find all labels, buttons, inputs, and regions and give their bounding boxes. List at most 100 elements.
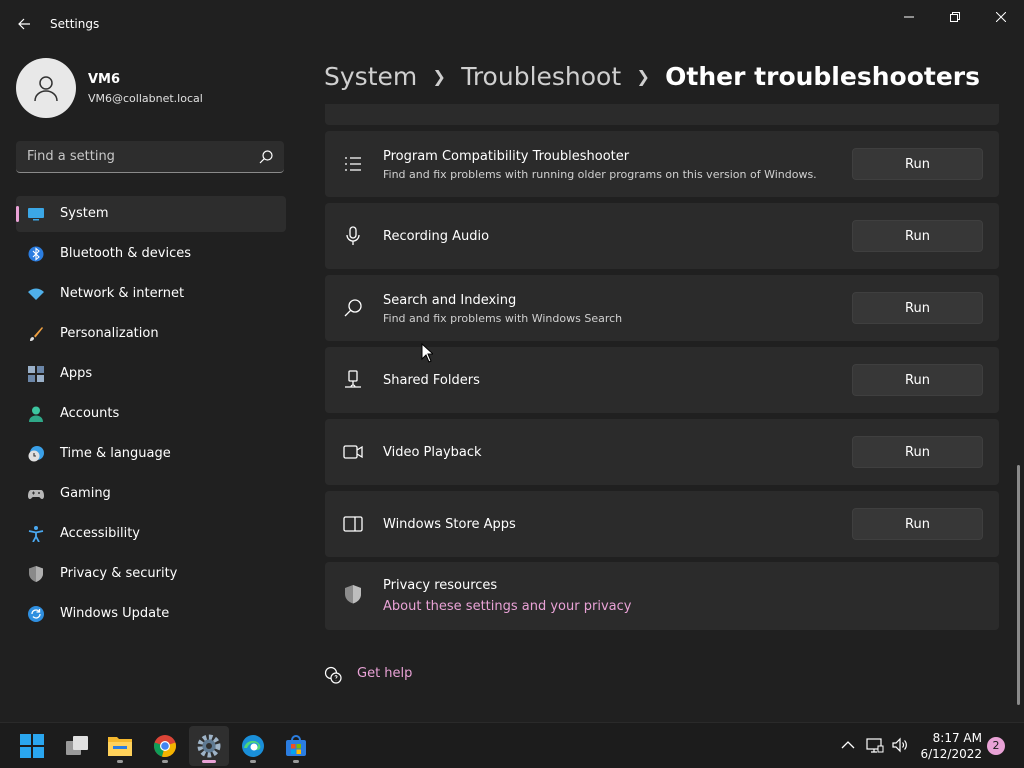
sidebar-item-label: Accessibility — [60, 526, 140, 541]
minimize-button[interactable] — [886, 4, 932, 30]
sidebar-item-label: Apps — [60, 366, 93, 381]
sidebar-item-time-language[interactable]: Time & language — [16, 436, 286, 472]
taskbar: 8:17 AM 6/12/2022 2 — [0, 722, 1024, 768]
clock-time: 8:17 AM — [932, 731, 982, 745]
chevron-right-icon: ❯ — [636, 66, 650, 86]
minimize-icon — [904, 16, 914, 18]
settings-icon — [197, 734, 221, 758]
privacy-resources-title: Privacy resources — [383, 578, 498, 593]
user-profile[interactable]: VM6 VM6@collabnet.local — [16, 58, 286, 118]
troubleshooter-recording-audio: Recording Audio Run — [325, 203, 999, 269]
file-explorer-button[interactable] — [100, 726, 140, 766]
run-button[interactable]: Run — [852, 364, 983, 396]
taskbar-clock[interactable]: 8:17 AM 6/12/2022 — [916, 730, 982, 762]
sidebar-item-apps[interactable]: Apps — [16, 356, 286, 392]
clock-date: 6/12/2022 — [920, 747, 982, 761]
breadcrumb-item-troubleshoot[interactable]: Troubleshoot — [461, 62, 621, 91]
run-button[interactable]: Run — [852, 508, 983, 540]
sidebar-item-personalization[interactable]: Personalization — [16, 316, 286, 352]
sidebar-item-bluetooth[interactable]: Bluetooth & devices — [16, 236, 286, 272]
video-camera-icon — [343, 445, 363, 459]
app-title: Settings — [50, 17, 100, 31]
search-icon[interactable] — [258, 149, 274, 165]
troubleshooter-video-playback: Video Playback Run — [325, 419, 999, 485]
run-button[interactable]: Run — [852, 148, 983, 180]
content-scrollbar[interactable] — [1017, 465, 1020, 705]
start-icon — [20, 734, 44, 758]
task-view-icon — [66, 736, 88, 755]
person-icon — [29, 406, 43, 422]
troubleshooter-search-indexing: Search and Indexing Find and fix problem… — [325, 275, 999, 341]
task-view-button[interactable] — [57, 726, 97, 766]
microsoft-store-button[interactable] — [276, 726, 316, 766]
title-bar: Settings — [0, 0, 1024, 48]
avatar — [16, 58, 76, 118]
search-input[interactable] — [16, 141, 246, 172]
running-indicator — [162, 760, 168, 763]
sidebar-item-label: Network & internet — [60, 286, 185, 301]
privacy-link[interactable]: About these settings and your privacy — [383, 599, 631, 614]
apps-icon — [28, 366, 44, 382]
network-icon[interactable] — [866, 736, 884, 754]
get-help-label: Get help — [357, 666, 413, 681]
sidebar-item-network[interactable]: Network & internet — [16, 276, 286, 312]
sidebar-item-gaming[interactable]: Gaming — [16, 476, 286, 512]
profile-name: VM6 — [88, 72, 121, 87]
run-button[interactable]: Run — [852, 292, 983, 324]
chrome-button[interactable] — [145, 726, 185, 766]
breadcrumb-item-system[interactable]: System — [324, 62, 417, 91]
restore-icon — [950, 12, 960, 22]
wifi-icon — [28, 288, 44, 300]
sidebar-item-label: Bluetooth & devices — [60, 246, 191, 261]
update-icon — [28, 606, 44, 622]
close-icon — [996, 12, 1006, 22]
sidebar-item-label: Privacy & security — [60, 566, 178, 581]
bluetooth-icon — [28, 246, 44, 262]
back-button[interactable] — [12, 12, 36, 36]
sidebar-item-accounts[interactable]: Accounts — [16, 396, 286, 432]
troubleshooter-title: Video Playback — [383, 445, 482, 460]
volume-icon[interactable] — [891, 736, 909, 754]
sidebar-item-system[interactable]: System — [16, 196, 286, 232]
chevron-up-icon[interactable] — [839, 736, 857, 754]
maximize-button[interactable] — [932, 4, 978, 30]
network-drive-icon — [345, 370, 361, 388]
running-indicator — [250, 760, 256, 763]
file-explorer-icon — [108, 737, 132, 756]
clock-globe-icon — [28, 446, 44, 462]
settings-button[interactable] — [189, 726, 229, 766]
search-box[interactable] — [16, 141, 284, 173]
run-button[interactable]: Run — [852, 436, 983, 468]
microphone-icon — [346, 226, 360, 245]
breadcrumb: System ❯ Troubleshoot ❯ Other troublesho… — [324, 58, 980, 94]
notification-badge[interactable]: 2 — [987, 737, 1005, 755]
search-icon — [344, 299, 362, 317]
sidebar-item-label: Accounts — [60, 406, 120, 421]
sidebar-item-label: Personalization — [60, 326, 159, 341]
close-button[interactable] — [978, 4, 1024, 30]
troubleshooter-description: Find and fix problems with Windows Searc… — [383, 312, 623, 325]
chrome-icon — [154, 735, 176, 758]
system-icon — [28, 208, 44, 221]
sidebar-item-label: Windows Update — [60, 606, 170, 621]
gamepad-icon — [28, 490, 44, 499]
troubleshooter-title: Shared Folders — [383, 373, 480, 388]
shield-icon — [29, 566, 43, 582]
run-button[interactable]: Run — [852, 220, 983, 252]
troubleshooter-title: Search and Indexing — [383, 293, 517, 308]
list-icon — [345, 157, 361, 171]
edge-button[interactable] — [233, 726, 273, 766]
chevron-right-icon: ❯ — [432, 66, 446, 86]
troubleshooter-title: Recording Audio — [383, 229, 490, 244]
running-indicator — [293, 760, 299, 763]
page-title: Other troubleshooters — [665, 61, 980, 91]
store-app-icon — [343, 516, 363, 532]
microsoft-store-icon — [286, 735, 306, 756]
sidebar-item-windows-update[interactable]: Windows Update — [16, 596, 286, 632]
sidebar-nav: System Bluetooth & devices Network & int… — [16, 196, 286, 636]
start-button[interactable] — [12, 726, 52, 766]
sidebar-item-privacy[interactable]: Privacy & security — [16, 556, 286, 592]
sidebar-item-accessibility[interactable]: Accessibility — [16, 516, 286, 552]
person-icon — [34, 76, 58, 102]
brush-icon — [30, 327, 43, 341]
